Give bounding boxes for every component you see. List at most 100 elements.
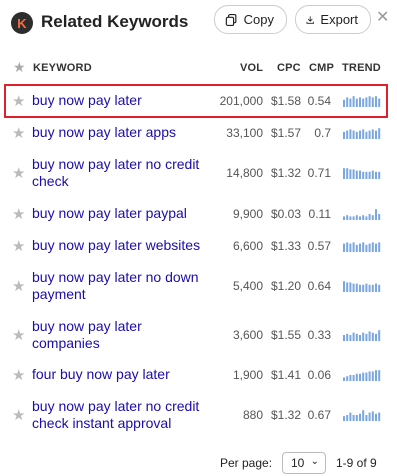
column-header-cpc[interactable]: CPC (277, 62, 301, 74)
trend-bar (343, 335, 345, 341)
trend-bar (371, 128, 374, 139)
trend-bar (362, 372, 365, 381)
keyword-link[interactable]: four buy now pay later (32, 366, 212, 383)
trend-bar (343, 376, 345, 381)
star-icon[interactable]: ★ (12, 164, 25, 182)
cell-vol: 9,900 (232, 206, 263, 221)
trend-bar (352, 241, 355, 252)
trend-bar (349, 335, 352, 341)
export-label: Export (320, 12, 358, 27)
cell-cmp: 0.7 (314, 125, 331, 140)
trend-bar (371, 96, 374, 107)
trend-bar (359, 96, 361, 107)
trend-bar (368, 412, 371, 421)
trend-bar (365, 215, 368, 220)
trend-bar (375, 333, 377, 341)
download-icon (306, 15, 314, 24)
keyword-link[interactable]: buy now pay later (32, 92, 212, 109)
export-button[interactable]: Export (295, 5, 371, 34)
keyword-link[interactable]: buy now pay later no credit check (32, 156, 212, 190)
trend-bar (359, 215, 361, 220)
trend-bar (355, 131, 358, 139)
column-header-keyword[interactable]: KEYWORD (33, 62, 92, 74)
column-header-cmp[interactable]: CMP (309, 62, 334, 74)
trend-bar (343, 168, 345, 179)
trend-bar (378, 98, 381, 107)
trend-bar (343, 215, 345, 220)
cell-cpc: $1.33 (270, 238, 301, 253)
trend-bar (371, 411, 374, 421)
trend-bar (343, 416, 345, 421)
trend-bar (362, 410, 365, 421)
trend-bar (359, 284, 361, 292)
trend-bar (343, 131, 345, 139)
trend-bar (362, 214, 365, 220)
cell-cpc: $1.32 (270, 408, 301, 422)
keyword-link[interactable]: buy now pay later no down payment (32, 269, 212, 303)
keyword-link[interactable]: buy now pay later paypal (32, 205, 212, 222)
pagination: Per page: 10 ⌄ 1-9 of 9 (0, 452, 397, 474)
cell-cmp: 0.54 (307, 93, 331, 108)
cell-vol: 33,100 (226, 125, 263, 140)
trend-bar (365, 372, 368, 381)
trend-bar (371, 284, 374, 292)
star-icon[interactable]: ★ (12, 92, 25, 110)
trend-bar (378, 284, 381, 292)
trend-bar (349, 98, 352, 107)
per-page-select[interactable]: 10 ⌄ (282, 452, 326, 474)
star-icon[interactable]: ★ (13, 59, 26, 76)
trend-bar (359, 243, 361, 252)
keyword-link[interactable]: buy now pay later apps (32, 124, 212, 141)
star-icon[interactable]: ★ (12, 406, 25, 424)
trend-bar (362, 98, 365, 107)
column-header-trend: TREND (342, 62, 381, 74)
trend-bar (368, 171, 371, 179)
trend-bar (378, 369, 381, 381)
star-icon[interactable]: ★ (12, 205, 25, 223)
cell-cpc: $1.32 (270, 166, 301, 180)
star-icon[interactable]: ★ (12, 237, 25, 255)
cell-vol: 880 (242, 408, 263, 422)
star-icon[interactable]: ★ (12, 366, 25, 384)
keyword-link[interactable]: buy now pay later websites (32, 237, 212, 254)
trend-bar (359, 130, 361, 139)
trend-bar (355, 170, 358, 179)
copy-button[interactable]: Copy (214, 5, 287, 34)
trend-bar (359, 413, 361, 421)
trend-bar (362, 332, 365, 341)
star-icon[interactable]: ★ (12, 277, 25, 295)
page-range: 1-9 of 9 (336, 456, 377, 470)
trend-bar (359, 335, 361, 341)
cell-cpc: $0.03 (270, 206, 301, 221)
trend-bar (375, 243, 377, 252)
cell-cmp: 0.11 (308, 206, 331, 221)
trend-bar (368, 284, 371, 292)
star-icon[interactable]: ★ (12, 326, 25, 344)
column-header-vol[interactable]: VOL (240, 62, 263, 74)
cell-vol: 14,800 (226, 166, 263, 180)
trend-bar (346, 130, 349, 139)
trend-bar (371, 214, 374, 220)
trend-bar (368, 130, 371, 139)
trend-bar (365, 283, 368, 292)
copy-label: Copy (243, 12, 274, 27)
trend-bar (355, 214, 358, 220)
keyword-link[interactable]: buy now pay later companies (32, 318, 212, 352)
close-icon[interactable]: ✕ (376, 7, 389, 27)
trend-bar (365, 415, 368, 421)
star-icon[interactable]: ★ (12, 124, 25, 142)
trend-bar (355, 244, 358, 252)
trend-bar (359, 373, 361, 381)
cell-vol: 201,000 (219, 93, 263, 108)
trend-bar (365, 171, 368, 179)
trend-bar (352, 95, 355, 107)
keyword-link[interactable]: buy now pay later no credit check instan… (32, 398, 212, 432)
trend-bar (371, 332, 374, 341)
trend-bar (343, 99, 345, 107)
trend-bar (375, 283, 377, 292)
trend-bar (355, 333, 358, 341)
trend-bar (362, 241, 365, 252)
cell-cpc: $1.55 (270, 328, 301, 342)
keywords-everywhere-logo: K (11, 12, 33, 34)
trend-bar (368, 243, 371, 252)
